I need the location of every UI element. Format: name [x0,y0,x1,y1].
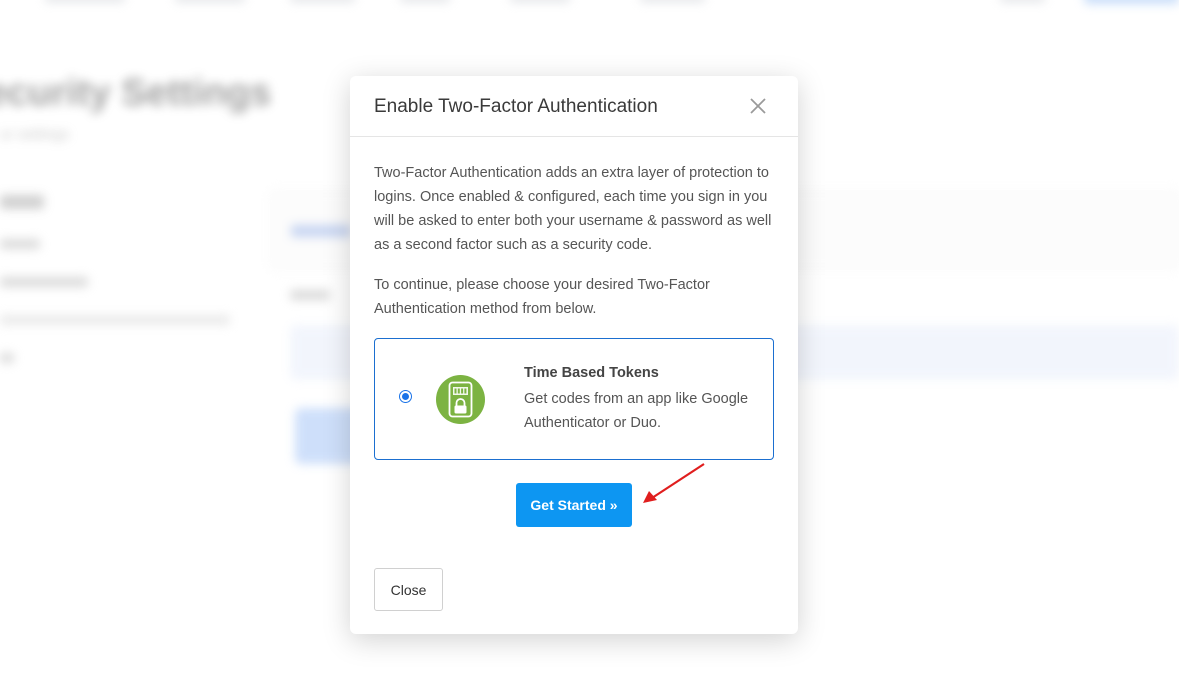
close-icon[interactable] [748,96,768,116]
phone-lock-icon [436,375,485,424]
modal-title: Enable Two-Factor Authentication [374,96,658,117]
bg-sidebar [0,195,240,391]
bg-page-title: ecurity Settings [0,72,272,114]
instruction-text: To continue, please choose your desired … [374,277,710,317]
modal-header: Enable Two-Factor Authentication [350,76,798,137]
bg-page-subtitle: ur settings [0,126,70,143]
method-option-time-based-tokens[interactable]: Time Based Tokens Get codes from an app … [374,338,774,460]
method-description: Get codes from an app like Google Authen… [524,391,749,431]
annotation-arrow-icon [640,460,710,510]
intro-text: Two-Factor Authentication adds an extra … [374,165,772,253]
bg-top-nav [0,0,1179,8]
two-factor-modal: Enable Two-Factor Authentication Two-Fac… [350,76,798,634]
get-started-button[interactable]: Get Started » [516,483,632,527]
modal-body: Two-Factor Authentication adds an extra … [350,137,798,460]
method-title: Time Based Tokens [524,365,659,381]
method-radio[interactable] [399,390,412,403]
close-button[interactable]: Close [374,568,443,611]
